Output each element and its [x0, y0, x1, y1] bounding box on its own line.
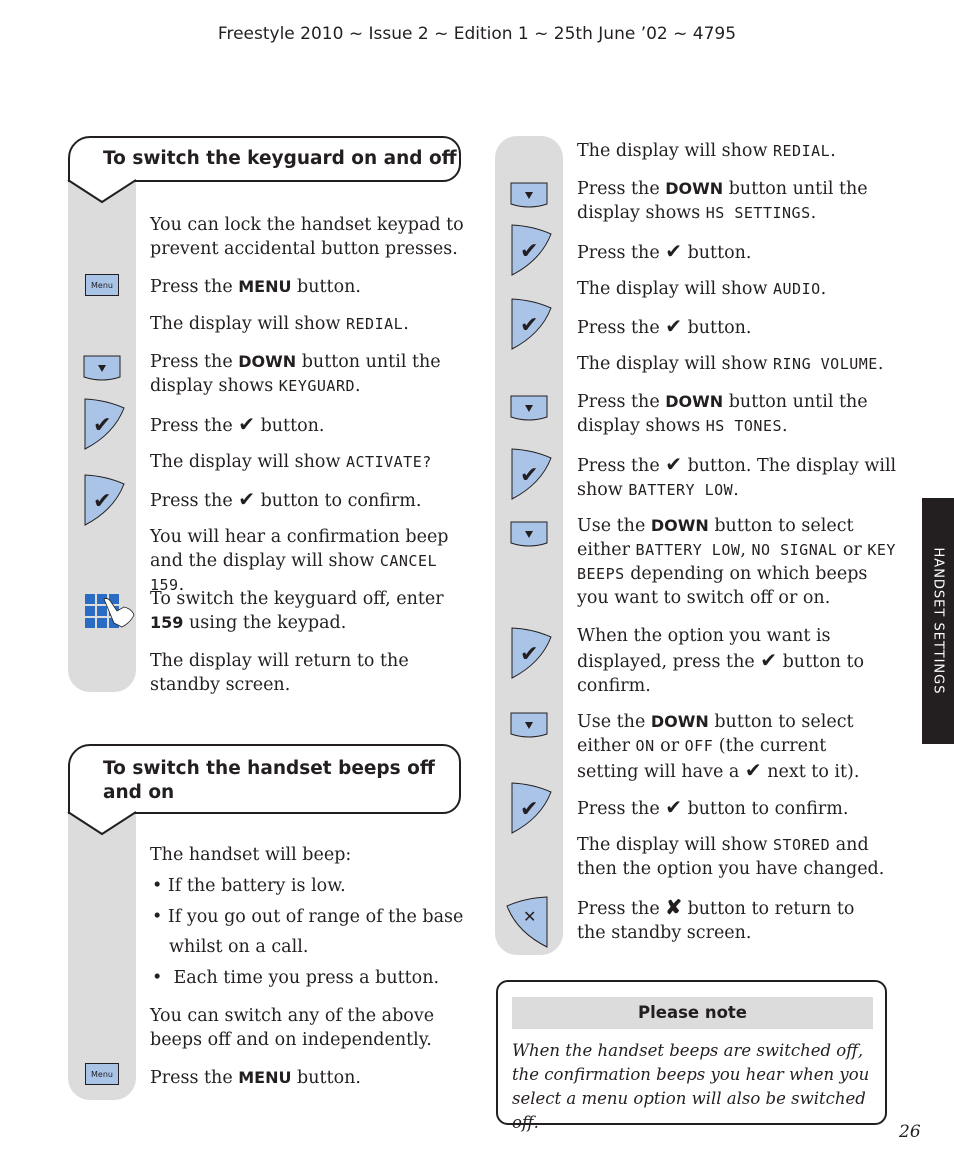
svg-text:✕: ✕	[523, 907, 536, 926]
page-number: 26	[899, 1122, 921, 1142]
beeps-step-hs-tones: Press the DOWN button until the display …	[577, 392, 868, 436]
beeps-bullet-battery: • If the battery is low.	[152, 876, 346, 896]
beeps-step-menu: Press the MENU button.	[150, 1068, 361, 1088]
beeps-step-select-on-off: Use the DOWN button to select either ON …	[577, 712, 860, 782]
beeps-intro: The handset will beep:	[150, 845, 352, 865]
keyguard-step-menu: Press the MENU button.	[150, 277, 361, 297]
title-pointer-icon	[67, 179, 137, 204]
svg-text:✔: ✔	[93, 413, 111, 438]
document-header: Freestyle 2010 ~ Issue 2 ~ Edition 1 ~ 2…	[217, 24, 737, 44]
down-button-icon	[510, 521, 548, 547]
beeps-step-stored: The display will show STORED and then th…	[577, 835, 885, 879]
keyguard-step-enter-159: To switch the keyguard off, enter 159 us…	[150, 589, 444, 633]
ok-check-button-icon: ✔	[84, 398, 125, 450]
beeps-step-redial: The display will show REDIAL.	[577, 141, 836, 161]
beeps-section-title-line1: To switch the handset beeps off	[103, 758, 435, 779]
keyguard-step-check: Press the ✔ button.	[150, 412, 325, 436]
down-button-icon	[83, 355, 121, 381]
beeps-step-hs-settings: Press the DOWN button until the display …	[577, 179, 868, 223]
section-side-tab-label: HANDSET SETTINGS	[930, 547, 946, 695]
ok-check-button-icon: ✔	[511, 298, 552, 350]
keyguard-section-title: To switch the keyguard on and off	[103, 148, 457, 169]
ok-check-button-icon: ✔	[511, 224, 552, 276]
down-button-icon	[510, 182, 548, 208]
ok-check-button-icon: ✔	[511, 627, 552, 679]
beeps-bullet-range-cont: whilst on a call.	[169, 937, 309, 957]
keyguard-step-down: Press the DOWN button until the display …	[150, 352, 441, 396]
beeps-step-ring-volume: The display will show RING VOLUME.	[577, 354, 884, 374]
menu-button-icon: Menu	[85, 274, 119, 296]
beeps-step-check-1: Press the ✔ button.	[577, 239, 752, 263]
keyguard-step-confirm: Press the ✔ button to confirm.	[150, 487, 422, 511]
please-note-body: When the handset beeps are switched off,…	[512, 1041, 870, 1132]
svg-text:✔: ✔	[520, 642, 538, 667]
svg-text:✔: ✔	[93, 489, 111, 514]
ok-check-button-icon: ✔	[84, 474, 125, 526]
beeps-independent-note: You can switch any of the above beeps of…	[150, 1006, 435, 1050]
beeps-step-check-2: Press the ✔ button.	[577, 314, 752, 338]
keypad-press-icon	[85, 594, 135, 628]
keyguard-intro: You can lock the handset keypad to preve…	[150, 215, 464, 259]
keyguard-section-title-box: To switch the keyguard on and off	[68, 136, 461, 182]
down-button-icon	[510, 395, 548, 421]
beeps-step-return-standby: Press the ✘ button to return to the stan…	[577, 895, 855, 943]
svg-text:✔: ✔	[520, 797, 538, 822]
svg-text:✔: ✔	[520, 239, 538, 264]
down-button-icon	[510, 712, 548, 738]
ok-check-button-icon: ✔	[511, 782, 552, 834]
beeps-section-title-line2: and on	[103, 782, 175, 803]
svg-text:✔: ✔	[520, 313, 538, 338]
beeps-bullet-button: • Each time you press a button.	[152, 968, 440, 988]
beeps-step-confirm-option: When the option you want is displayed, p…	[577, 626, 865, 696]
menu-button-icon: Menu	[85, 1063, 119, 1085]
keyguard-step-redial: The display will show REDIAL.	[150, 314, 409, 334]
please-note-heading: Please note	[512, 997, 873, 1029]
cancel-cross-button-icon: ✕	[506, 896, 548, 948]
section-side-tab: HANDSET SETTINGS	[922, 498, 954, 744]
title-pointer-icon	[67, 811, 137, 836]
beeps-step-battery-low: Press the ✔ button. The display will sho…	[577, 452, 897, 500]
svg-text:✔: ✔	[520, 463, 538, 488]
ok-check-button-icon: ✔	[511, 448, 552, 500]
beeps-section-title-box: To switch the handset beeps off and on	[68, 744, 461, 814]
keyguard-step-standby: The display will return to the standby s…	[150, 651, 409, 695]
please-note-box: Please note When the handset beeps are s…	[496, 980, 887, 1132]
keyguard-step-activate: The display will show ACTIVATE?	[150, 452, 432, 472]
beeps-step-audio: The display will show AUDIO.	[577, 279, 827, 299]
beeps-bullet-range: • If you go out of range of the base	[152, 907, 464, 927]
beeps-step-confirm: Press the ✔ button to confirm.	[577, 795, 849, 819]
beeps-step-select-beep-type: Use the DOWN button to select either BAT…	[577, 516, 896, 608]
